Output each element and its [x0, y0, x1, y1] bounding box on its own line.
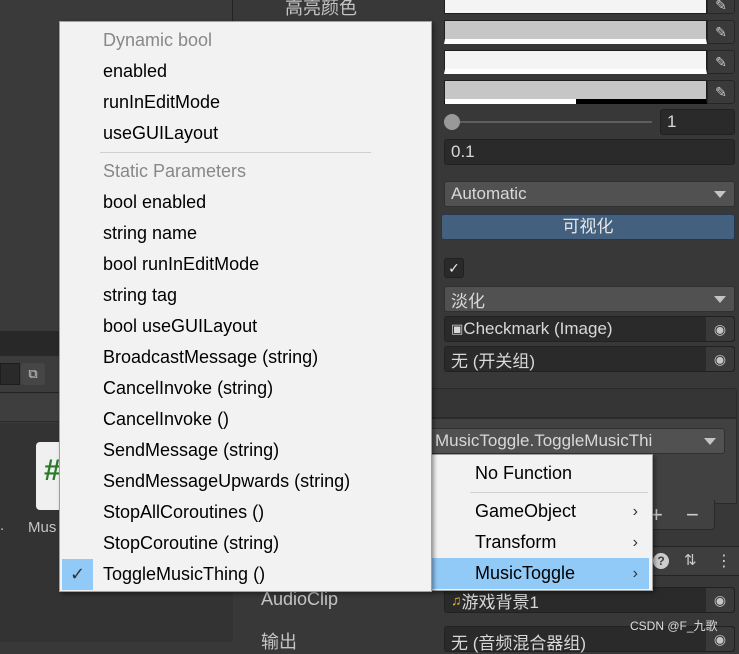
object-picker-icon[interactable]: ◉ — [706, 347, 734, 371]
color-field-selected[interactable] — [444, 50, 707, 74]
function-dropdown[interactable]: MusicToggle.ToggleMusicThi — [428, 428, 725, 454]
chevron-right-icon: › — [632, 503, 638, 520]
presets-icon[interactable]: ⇅ — [684, 551, 697, 569]
menu-separator — [100, 152, 371, 153]
chevron-right-icon: › — [632, 534, 638, 551]
color-field-pressed[interactable] — [444, 20, 707, 44]
image-icon: ▣ — [451, 321, 464, 336]
slider-value-field[interactable]: 1 — [660, 109, 735, 135]
menu-item-no-function[interactable]: No Function — [432, 458, 652, 489]
menu-item[interactable]: string tag — [60, 280, 431, 311]
color-field-highlight[interactable] — [444, 0, 707, 14]
menu-separator — [470, 492, 648, 493]
navigation-dropdown[interactable]: Automatic — [444, 181, 735, 207]
menu-item[interactable]: SendMessageUpwards (string) — [60, 466, 431, 497]
graphic-field[interactable]: ▣ Checkmark (Image) ◉ — [444, 316, 735, 342]
visualize-button[interactable]: 可视化 — [441, 214, 735, 240]
eyedropper-icon[interactable]: ✎ — [707, 50, 735, 74]
menu-item[interactable]: useGUILayout — [60, 118, 431, 149]
component-menu: No Function GameObject › Transform › Music… — [431, 454, 653, 591]
chevron-down-icon — [714, 296, 726, 303]
menu-item[interactable]: StopCoroutine (string) — [60, 528, 431, 559]
watermark: CSDN @F_九歌 — [630, 619, 718, 633]
asset-label[interactable]: Mus — [28, 519, 56, 536]
highlight-color-label: 高亮颜色 — [285, 0, 357, 18]
menu-item-musictoggle[interactable]: MusicToggle › — [432, 558, 649, 589]
menu-item[interactable]: enabled — [60, 56, 431, 87]
audio-icon: ♫ — [451, 592, 462, 608]
object-picker-icon[interactable]: ◉ — [706, 317, 734, 341]
menu-item[interactable]: runInEditMode — [60, 87, 431, 118]
asset-dot: . — [0, 517, 5, 534]
menu-item[interactable]: BroadcastMessage (string) — [60, 342, 431, 373]
remove-button[interactable]: − — [686, 502, 699, 528]
menu-item-transform[interactable]: Transform › — [432, 527, 652, 558]
menu-item[interactable]: ToggleMusicThing () ✓ — [60, 559, 431, 590]
menu-item[interactable]: bool enabled — [60, 187, 431, 218]
color-field-disabled[interactable] — [444, 80, 707, 104]
group-field[interactable]: 无 (开关组) ◉ — [444, 346, 735, 372]
search-input[interactable] — [0, 363, 20, 385]
transition-dropdown[interactable]: 淡化 — [444, 286, 735, 312]
menu-section-header: Static Parameters — [103, 161, 247, 181]
is-on-checkbox[interactable]: ✓ — [444, 258, 464, 278]
audio-clip-label: AudioClip — [261, 589, 339, 609]
eyedropper-icon[interactable]: ✎ — [707, 80, 735, 104]
fade-duration-field[interactable]: 0.1 — [444, 139, 735, 165]
menu-item[interactable]: CancelInvoke (string) — [60, 373, 431, 404]
check-icon: ✓ — [62, 559, 93, 590]
menu-item[interactable]: bool runInEditMode — [60, 249, 431, 280]
method-menu: Dynamic bool enabled runInEditMode useGUILa… — [59, 21, 432, 592]
expand-icon[interactable]: ⧉ — [21, 363, 45, 385]
color-multiplier-slider[interactable] — [446, 121, 652, 123]
menu-item[interactable]: bool useGUILayout — [60, 311, 431, 342]
chevron-down-icon — [714, 191, 726, 198]
eyedropper-icon[interactable]: ✎ — [707, 0, 735, 14]
slider-handle[interactable] — [444, 114, 460, 130]
eyedropper-icon[interactable]: ✎ — [707, 20, 735, 44]
menu-item-gameobject[interactable]: GameObject › — [432, 496, 652, 527]
menu-item[interactable]: string name — [60, 218, 431, 249]
menu-section-header: Dynamic bool — [103, 30, 213, 50]
chevron-down-icon — [704, 438, 716, 445]
on-value-changed-header — [425, 388, 737, 418]
chevron-right-icon: › — [632, 565, 638, 582]
more-icon[interactable]: ⋮ — [716, 551, 732, 571]
menu-item[interactable]: StopAllCoroutines () — [60, 497, 431, 528]
output-label: 输出 — [261, 632, 297, 652]
menu-item[interactable]: CancelInvoke () — [60, 404, 431, 435]
help-icon[interactable]: ? — [653, 553, 669, 569]
object-picker-icon[interactable]: ◉ — [706, 588, 734, 612]
menu-item[interactable]: SendMessage (string) — [60, 435, 431, 466]
